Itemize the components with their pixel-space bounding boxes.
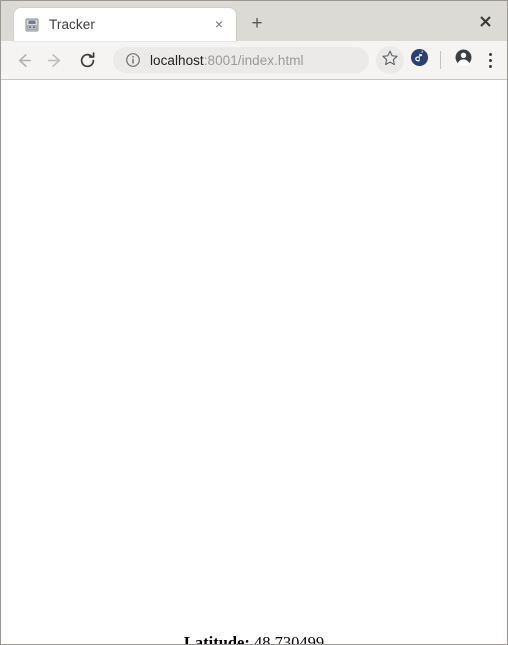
star-icon: [381, 49, 399, 72]
info-circle-icon[interactable]: [125, 52, 141, 68]
reload-icon: [78, 51, 97, 70]
tab-strip: Tracker × +: [1, 1, 507, 41]
tab-title: Tracker: [49, 17, 95, 32]
menu-dot: [488, 52, 492, 56]
window-close-button[interactable]: [471, 9, 499, 35]
page-favicon-icon: [24, 17, 40, 33]
browser-tab[interactable]: Tracker ×: [14, 8, 236, 41]
browser-window: Tracker × + localhost:8001/index.html La…: [0, 0, 508, 645]
toolbar-separator: [440, 51, 441, 69]
url-host: localhost: [150, 52, 204, 68]
new-tab-button[interactable]: +: [243, 10, 271, 38]
bookmark-star-button[interactable]: [376, 46, 404, 74]
tab-close-icon[interactable]: ×: [210, 16, 228, 34]
url-path: :8001/index.html: [203, 52, 304, 68]
menu-dot: [488, 64, 492, 68]
forward-arrow-icon: [46, 51, 65, 70]
latitude-line: Latitude: 48.730499: [1, 633, 507, 644]
back-arrow-icon: [14, 51, 33, 70]
geolocation-readout: Latitude: 48.730499 Longitude: 21.246082…: [1, 633, 507, 644]
page-content: Latitude: 48.730499 Longitude: 21.246082…: [1, 80, 507, 644]
profile-button[interactable]: [449, 46, 477, 74]
browser-toolbar: localhost:8001/index.html: [1, 41, 507, 80]
forward-button[interactable]: [41, 46, 69, 74]
three-dot-menu-button[interactable]: [479, 46, 501, 74]
latitude-value: 48.730499: [254, 633, 325, 644]
account-avatar-icon: [454, 48, 473, 72]
fedora-logo-icon: [410, 48, 429, 72]
latitude-label: Latitude:: [183, 633, 254, 644]
extension-button[interactable]: [405, 46, 433, 74]
url-text: localhost:8001/index.html: [150, 53, 304, 68]
menu-dot: [488, 58, 492, 62]
reload-button[interactable]: [73, 46, 101, 74]
url-bar[interactable]: localhost:8001/index.html: [113, 47, 369, 73]
back-button[interactable]: [9, 46, 37, 74]
